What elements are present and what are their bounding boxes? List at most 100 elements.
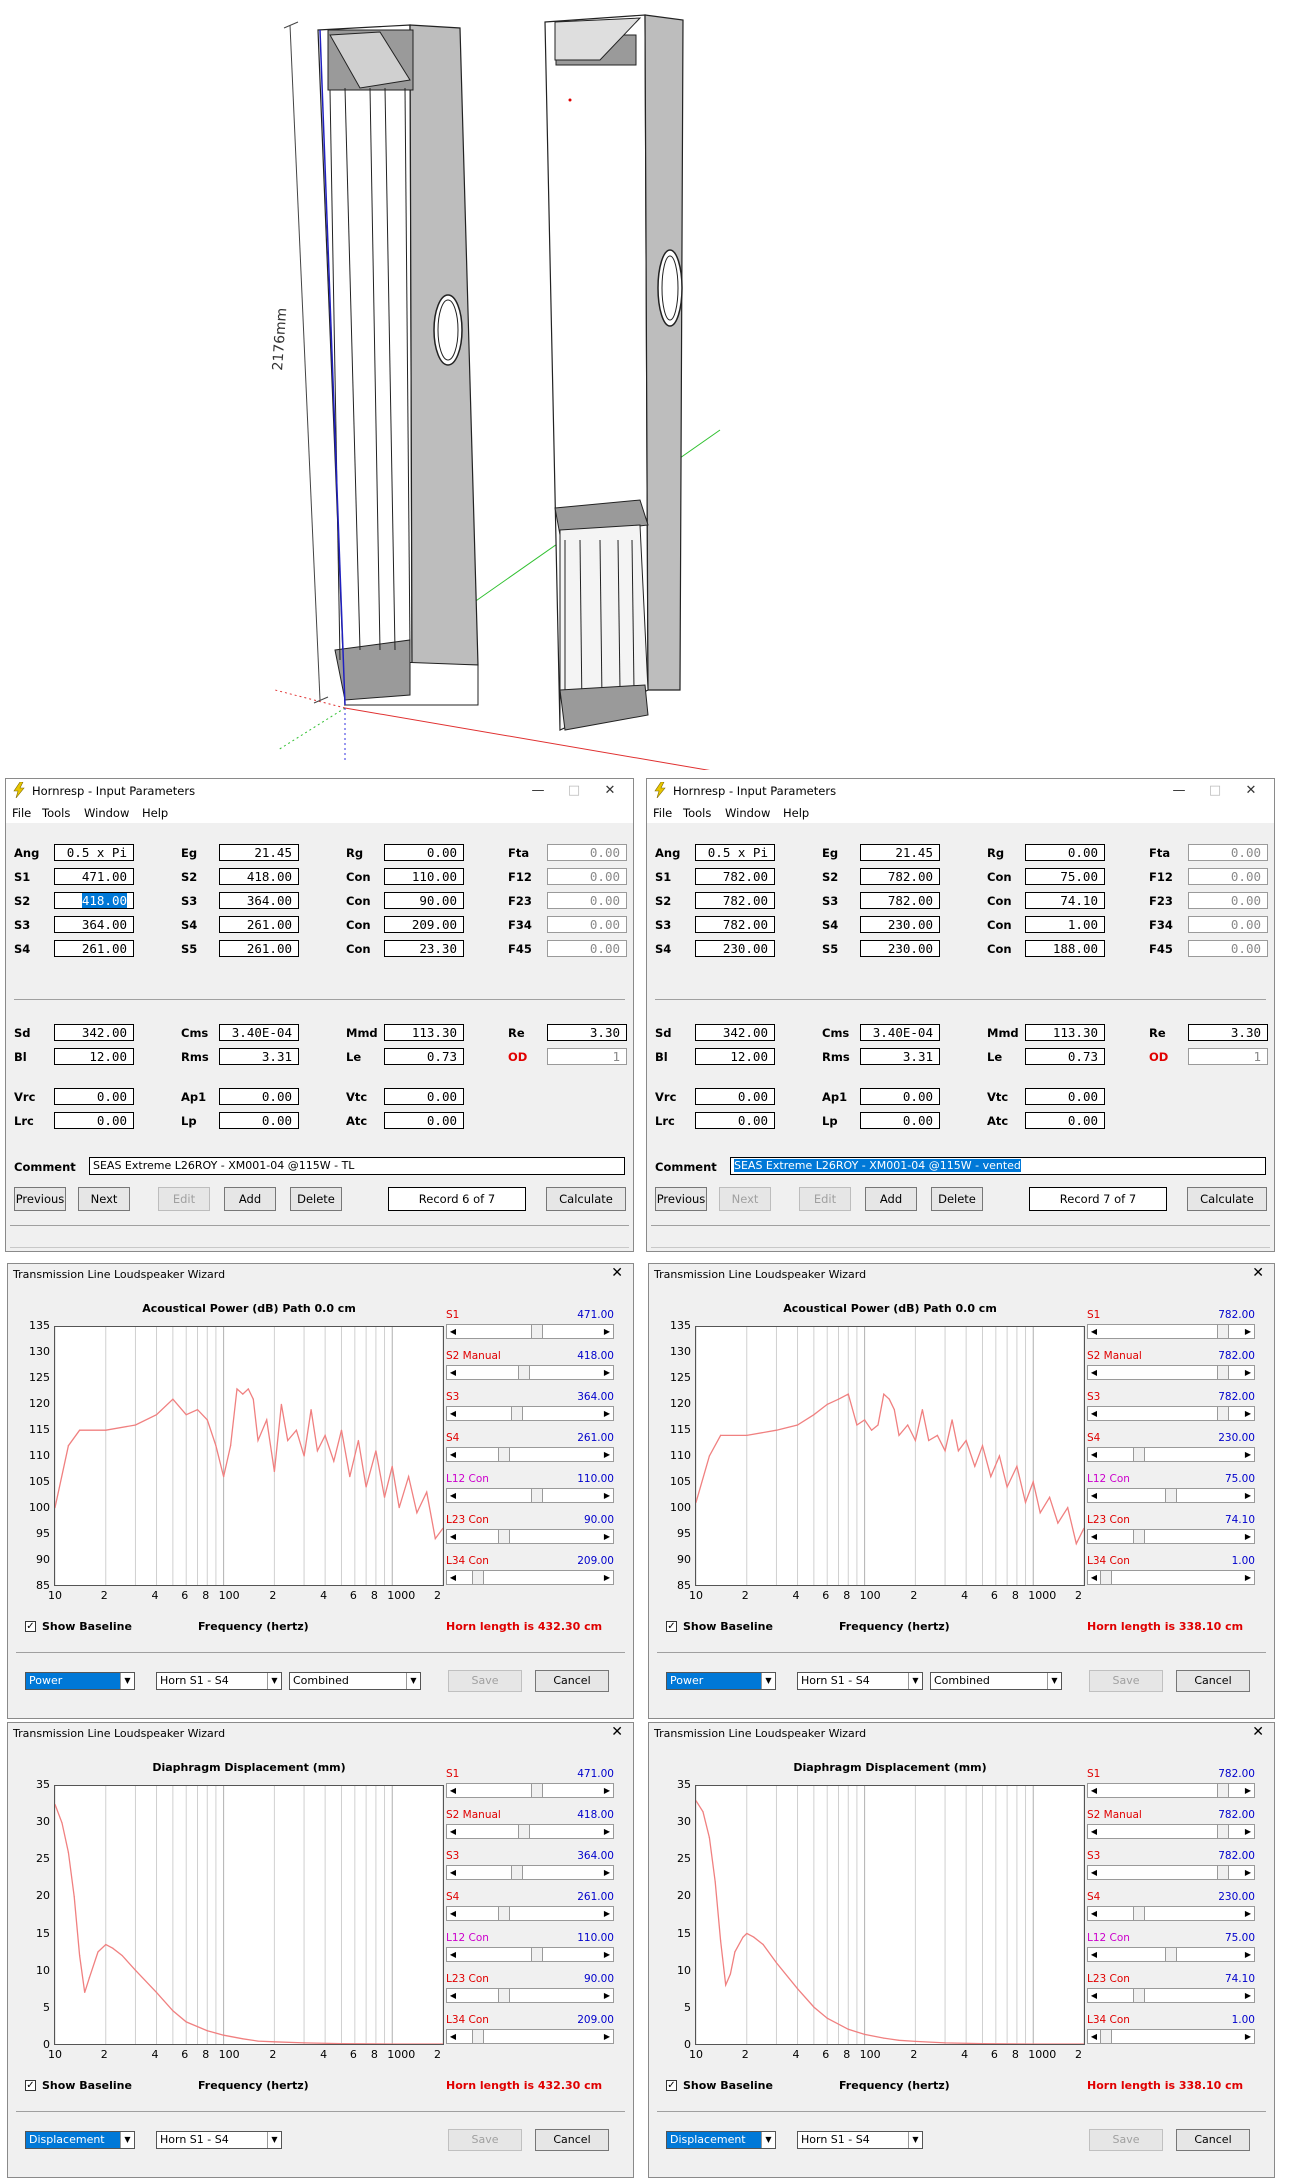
close-button[interactable]: ✕ xyxy=(1252,1265,1264,1281)
slider-1[interactable]: ◀ ▶ xyxy=(446,1824,614,1839)
close-button[interactable]: ✕ xyxy=(1236,782,1266,800)
slider-right-arrow[interactable]: ▶ xyxy=(1242,1325,1254,1338)
param-field-s2[interactable]: 782.00 xyxy=(695,892,775,909)
slider-right-arrow[interactable]: ▶ xyxy=(601,1448,613,1461)
slider-3[interactable]: ◀ ▶ xyxy=(1087,1906,1255,1921)
slider-6[interactable]: ◀ ▶ xyxy=(446,1570,614,1585)
slider-right-arrow[interactable]: ▶ xyxy=(1242,1407,1254,1420)
menu-tools[interactable]: Tools xyxy=(42,806,70,820)
slider-thumb[interactable] xyxy=(530,1488,543,1503)
save-button[interactable]: Save xyxy=(1089,1670,1163,1692)
slider-right-arrow[interactable]: ▶ xyxy=(601,1489,613,1502)
slider-right-arrow[interactable]: ▶ xyxy=(601,1366,613,1379)
combo-0[interactable]: Power ▼ xyxy=(25,1672,135,1690)
slider-right-arrow[interactable]: ▶ xyxy=(601,1325,613,1338)
param-field-s5[interactable]: 261.00 xyxy=(219,940,299,957)
param-field-s2[interactable]: 418.00 xyxy=(219,868,299,885)
param-field-atc[interactable]: 0.00 xyxy=(1025,1112,1105,1129)
slider-thumb[interactable] xyxy=(472,1570,484,1585)
slider-thumb[interactable] xyxy=(1132,1906,1145,1921)
add-button[interactable]: Add xyxy=(865,1187,917,1211)
slider-thumb[interactable] xyxy=(498,1906,510,1921)
menu-help[interactable]: Help xyxy=(783,806,809,820)
param-field-s2[interactable]: 418.00 xyxy=(54,892,134,909)
maximize-button[interactable]: □ xyxy=(1200,782,1230,800)
slider-thumb[interactable] xyxy=(498,1988,510,2003)
minimize-button[interactable]: — xyxy=(1164,782,1194,800)
delete-button[interactable]: Delete xyxy=(931,1187,983,1211)
menu-window[interactable]: Window xyxy=(84,806,129,820)
slider-right-arrow[interactable]: ▶ xyxy=(1242,1489,1254,1502)
slider-left-arrow[interactable]: ◀ xyxy=(1088,1489,1100,1502)
param-field-mmd[interactable]: 113.30 xyxy=(384,1024,464,1041)
slider-left-arrow[interactable]: ◀ xyxy=(1088,1407,1100,1420)
slider-right-arrow[interactable]: ▶ xyxy=(601,1948,613,1961)
slider-right-arrow[interactable]: ▶ xyxy=(601,1825,613,1838)
slider-thumb[interactable] xyxy=(1217,1865,1229,1880)
menu-help[interactable]: Help xyxy=(142,806,168,820)
close-button[interactable]: ✕ xyxy=(1252,1724,1264,1740)
combo-1[interactable]: Horn S1 - S4 ▼ xyxy=(156,2131,282,2149)
param-field-cms[interactable]: 3.40E-04 xyxy=(219,1024,299,1041)
slider-right-arrow[interactable]: ▶ xyxy=(1242,1448,1254,1461)
slider-left-arrow[interactable]: ◀ xyxy=(1088,1571,1100,1584)
combo-1[interactable]: Horn S1 - S4 ▼ xyxy=(797,1672,923,1690)
slider-thumb[interactable] xyxy=(1100,2029,1112,2044)
close-button[interactable]: ✕ xyxy=(611,1265,623,1281)
slider-left-arrow[interactable]: ◀ xyxy=(447,2030,459,2043)
param-field-lrc[interactable]: 0.00 xyxy=(695,1112,775,1129)
save-button[interactable]: Save xyxy=(1089,2129,1163,2151)
slider-thumb[interactable] xyxy=(498,1447,510,1462)
slider-right-arrow[interactable]: ▶ xyxy=(1242,1530,1254,1543)
combo-2[interactable]: Combined ▼ xyxy=(289,1672,421,1690)
slider-left-arrow[interactable]: ◀ xyxy=(447,1530,459,1543)
param-field-con[interactable]: 1.00 xyxy=(1025,916,1105,933)
slider-left-arrow[interactable]: ◀ xyxy=(447,1325,459,1338)
param-field-sd[interactable]: 342.00 xyxy=(695,1024,775,1041)
minimize-button[interactable]: — xyxy=(523,782,553,800)
slider-right-arrow[interactable]: ▶ xyxy=(601,2030,613,2043)
slider-5[interactable]: ◀ ▶ xyxy=(446,1529,614,1544)
param-field-f45[interactable]: 0.00 xyxy=(1188,940,1268,957)
slider-right-arrow[interactable]: ▶ xyxy=(1242,1366,1254,1379)
param-field-f23[interactable]: 0.00 xyxy=(1188,892,1268,909)
param-field-con[interactable]: 75.00 xyxy=(1025,868,1105,885)
next-button[interactable]: Next xyxy=(719,1187,771,1211)
slider-thumb[interactable] xyxy=(1165,1488,1177,1503)
slider-left-arrow[interactable]: ◀ xyxy=(447,1825,459,1838)
slider-6[interactable]: ◀ ▶ xyxy=(1087,2029,1255,2044)
cancel-button[interactable]: Cancel xyxy=(535,2129,609,2151)
slider-right-arrow[interactable]: ▶ xyxy=(1242,1571,1254,1584)
param-field-con[interactable]: 74.10 xyxy=(1025,892,1105,909)
calculate-button[interactable]: Calculate xyxy=(1187,1187,1267,1211)
save-button[interactable]: Save xyxy=(448,1670,522,1692)
slider-6[interactable]: ◀ ▶ xyxy=(1087,1570,1255,1585)
slider-right-arrow[interactable]: ▶ xyxy=(601,1989,613,2002)
slider-5[interactable]: ◀ ▶ xyxy=(446,1988,614,2003)
close-button[interactable]: ✕ xyxy=(595,782,625,800)
slider-thumb[interactable] xyxy=(1217,1365,1229,1380)
show-baseline-checkbox[interactable]: ✓ xyxy=(666,1621,677,1632)
combo-1[interactable]: Horn S1 - S4 ▼ xyxy=(797,2131,923,2149)
maximize-button[interactable]: □ xyxy=(559,782,589,800)
slider-2[interactable]: ◀ ▶ xyxy=(1087,1865,1255,1880)
slider-thumb[interactable] xyxy=(1217,1783,1229,1798)
slider-left-arrow[interactable]: ◀ xyxy=(1088,1866,1100,1879)
combo-2[interactable]: Combined ▼ xyxy=(930,1672,1062,1690)
slider-right-arrow[interactable]: ▶ xyxy=(601,1407,613,1420)
slider-right-arrow[interactable]: ▶ xyxy=(1242,1784,1254,1797)
param-field-fta[interactable]: 0.00 xyxy=(1188,844,1268,861)
slider-left-arrow[interactable]: ◀ xyxy=(1088,1530,1100,1543)
param-field-s4[interactable]: 261.00 xyxy=(219,916,299,933)
combo-0[interactable]: Displacement ▼ xyxy=(666,2131,776,2149)
slider-left-arrow[interactable]: ◀ xyxy=(1088,1448,1100,1461)
slider-left-arrow[interactable]: ◀ xyxy=(1088,1325,1100,1338)
show-baseline-checkbox[interactable]: ✓ xyxy=(25,1621,36,1632)
combo-0[interactable]: Displacement ▼ xyxy=(25,2131,135,2149)
param-field-f34[interactable]: 0.00 xyxy=(1188,916,1268,933)
slider-thumb[interactable] xyxy=(1217,1406,1229,1421)
slider-0[interactable]: ◀ ▶ xyxy=(1087,1324,1255,1339)
slider-right-arrow[interactable]: ▶ xyxy=(1242,1989,1254,2002)
slider-2[interactable]: ◀ ▶ xyxy=(446,1406,614,1421)
param-field-ang[interactable]: 0.5 x Pi xyxy=(54,844,134,861)
